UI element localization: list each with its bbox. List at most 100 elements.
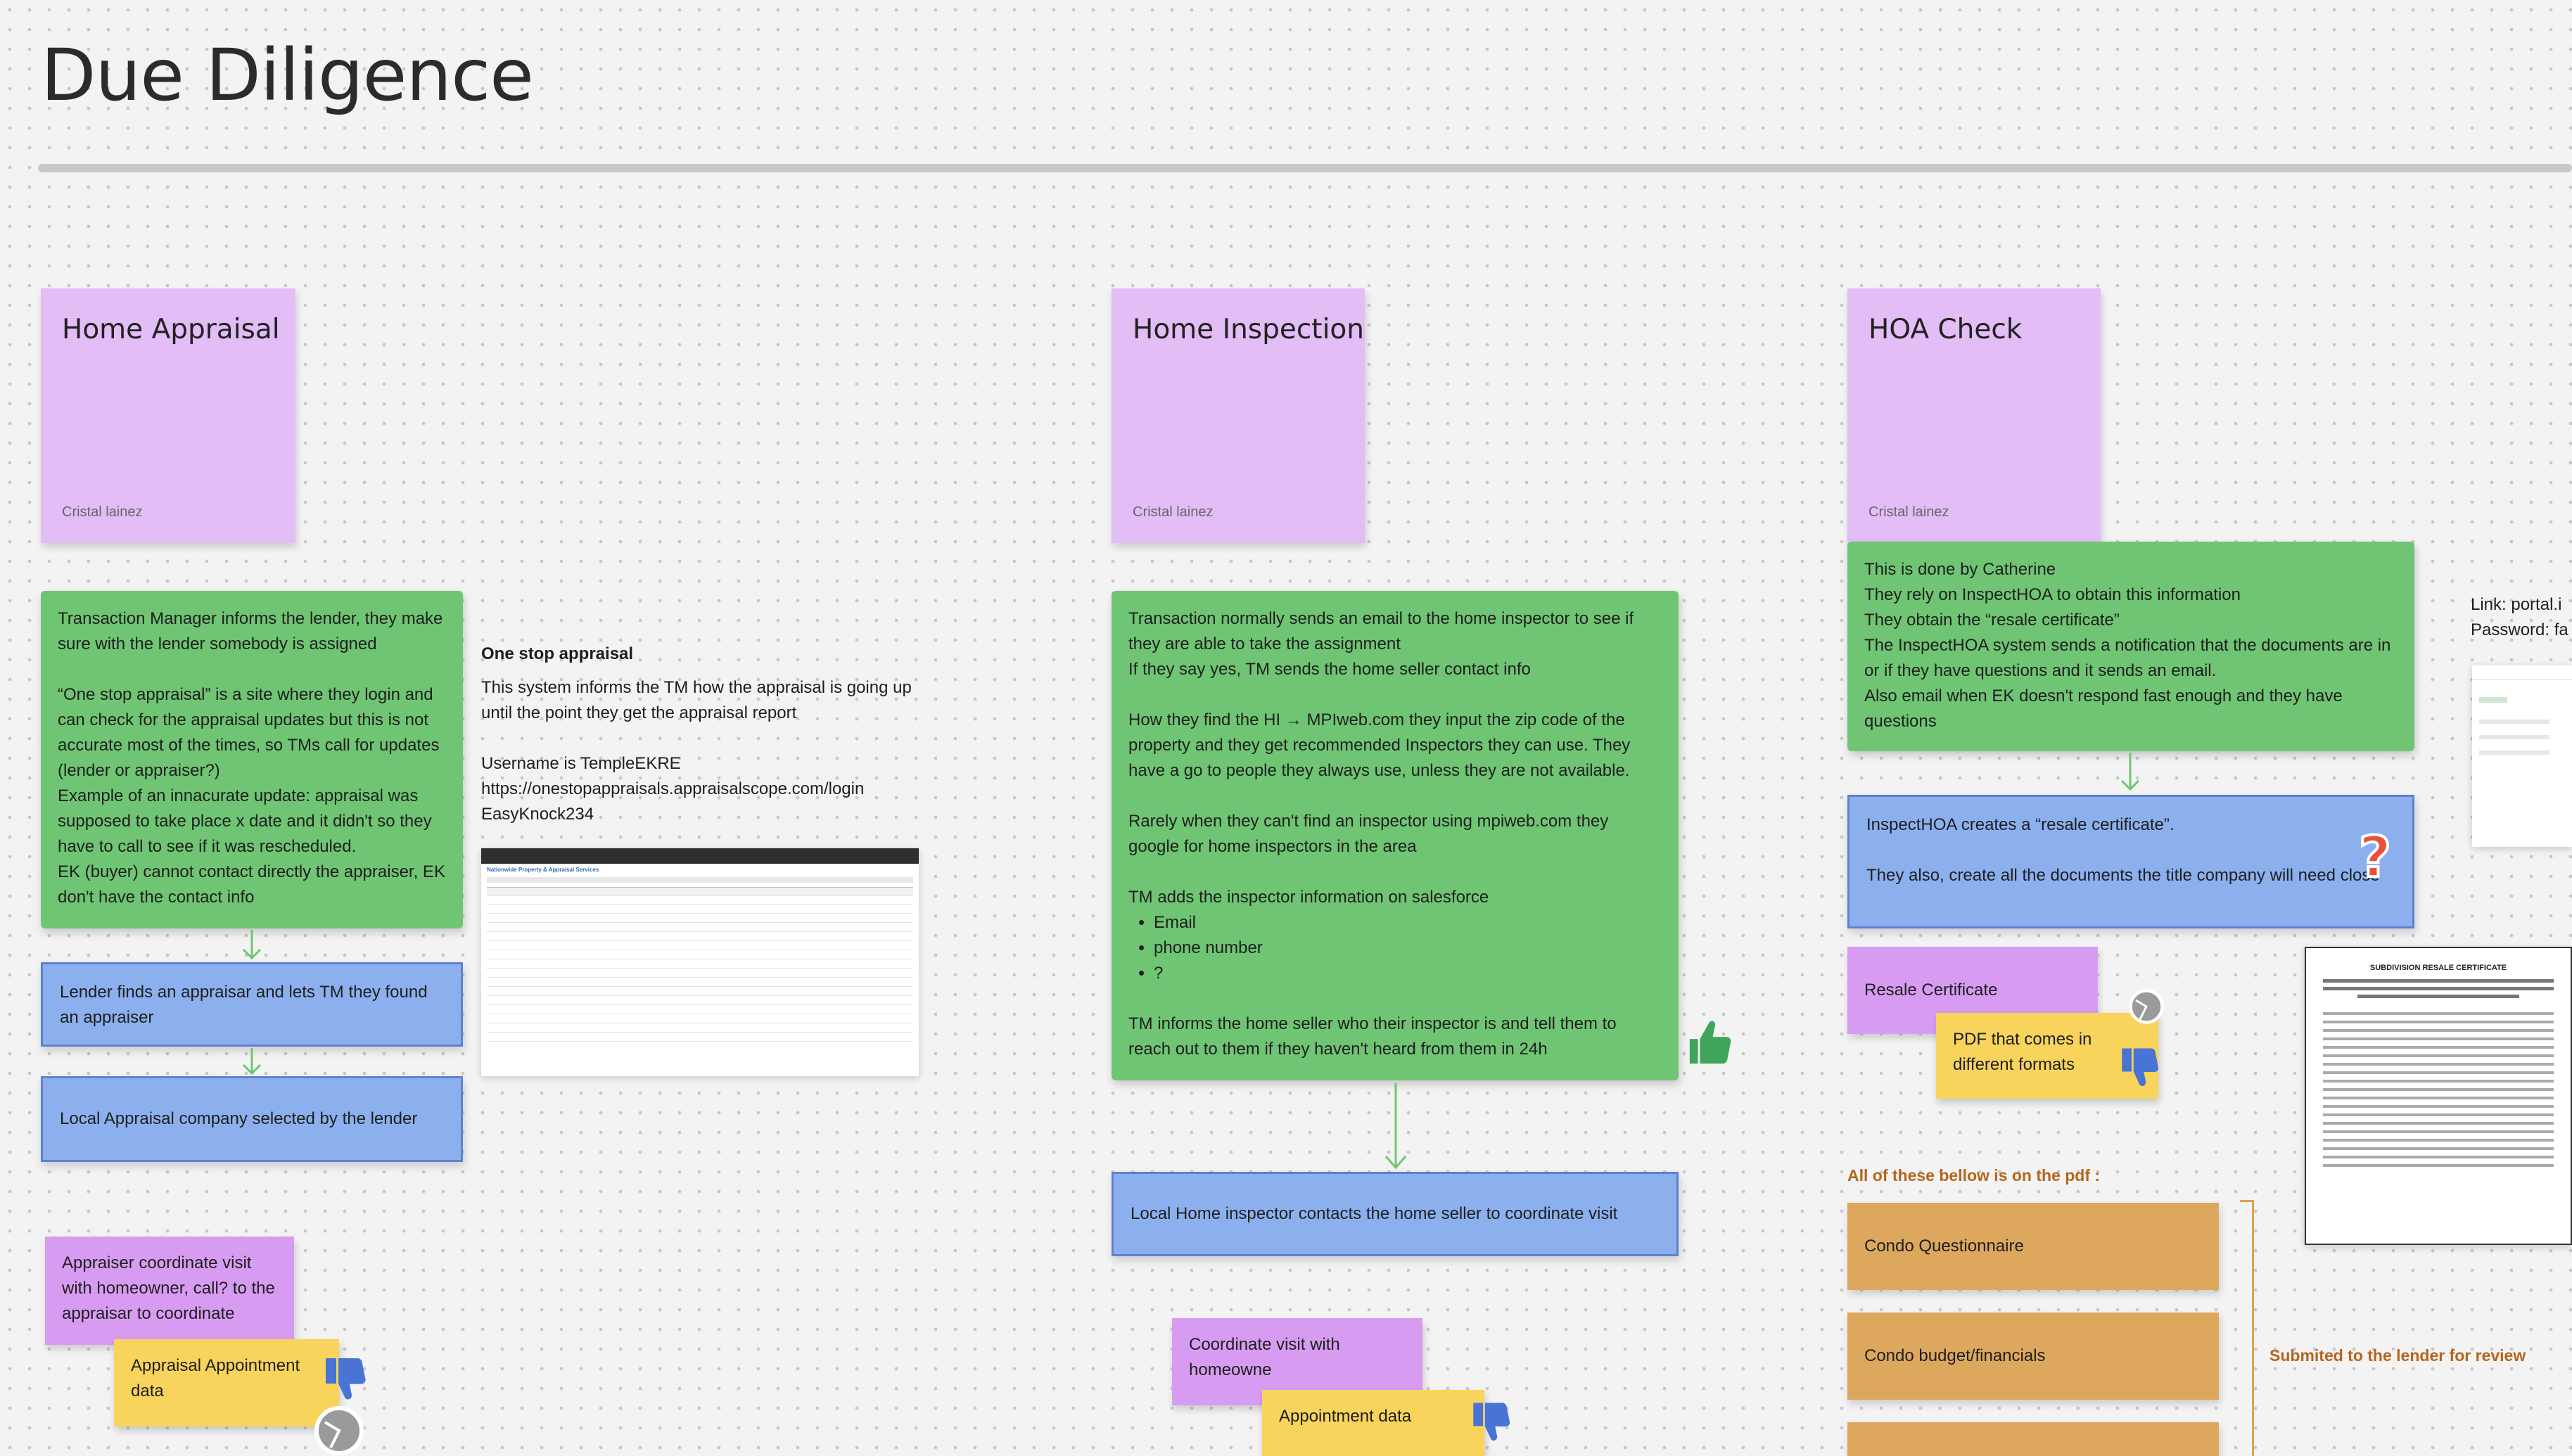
one-stop-appraisal-notes: One stop appraisal This system informs t… bbox=[481, 641, 917, 827]
lender-finds-appraiser-card[interactable]: Lender finds an appraisar and lets TM th… bbox=[41, 962, 463, 1047]
document-line bbox=[2323, 1139, 2554, 1142]
sticky-text: Resale Certificate bbox=[1864, 981, 1998, 1000]
card-text: Lender finds an appraisar and lets TM th… bbox=[60, 983, 428, 1027]
document-line bbox=[2323, 979, 2554, 983]
home-inspection-sticky[interactable]: Home Inspection Cristal lainez bbox=[1112, 288, 1365, 543]
card-text: This is done by Catherine bbox=[1864, 560, 2056, 579]
card-text: They rely on InspectHOA to obtain this i… bbox=[1864, 585, 2241, 604]
condo-budget-sticky[interactable]: Condo budget/financials bbox=[1847, 1313, 2219, 1400]
list-item: phone number bbox=[1154, 935, 1662, 961]
local-home-inspector-card[interactable]: Local Home inspector contacts the home s… bbox=[1112, 1172, 1679, 1256]
screenshot-toolbar bbox=[487, 877, 913, 883]
card-text: “One stop appraisal” is a site where the… bbox=[58, 685, 440, 780]
resale-certificate-document[interactable]: SUBDIVISION RESALE CERTIFICATE bbox=[2305, 947, 2572, 1245]
sticker-icon[interactable] bbox=[314, 1405, 364, 1456]
card-text: EK (buyer) cannot contact directly the a… bbox=[58, 862, 445, 907]
document-line bbox=[2323, 1029, 2554, 1032]
screenshot-header bbox=[2472, 665, 2572, 680]
appointment-data-sticky[interactable]: Appointment data bbox=[1262, 1390, 1484, 1456]
inspecthoa-resale-card[interactable]: InspectHOA creates a “resale certificate… bbox=[1847, 795, 2414, 928]
sticky-title: HOA Check bbox=[1868, 314, 2023, 345]
card-text: How they find the HI → MPIweb.com they i… bbox=[1128, 710, 1631, 780]
screenshot-browser-bar bbox=[481, 848, 919, 864]
question-mark-icon[interactable]: ? bbox=[2350, 829, 2400, 885]
condo-questionnaire-sticky[interactable]: Condo Questionnaire bbox=[1847, 1203, 2219, 1290]
thumbs-down-icon[interactable] bbox=[2116, 1041, 2163, 1094]
card-spacer bbox=[58, 657, 446, 682]
inspector-info-list: Email phone number ? bbox=[1128, 910, 1662, 986]
document-line bbox=[2323, 1130, 2554, 1133]
appraisal-system-screenshot[interactable]: Nationwide Property & Appraisal Services bbox=[481, 848, 919, 1076]
thumbs-down-icon[interactable] bbox=[1468, 1397, 1514, 1448]
document-line bbox=[2323, 1037, 2554, 1040]
card-text: TM informs the home seller who their ins… bbox=[1128, 1014, 1617, 1059]
sticky-title: Home Inspection bbox=[1133, 314, 1365, 345]
hoa-check-sticky[interactable]: HOA Check Cristal lainez bbox=[1847, 288, 2101, 543]
card-text: TM adds the inspector information on sal… bbox=[1128, 888, 1489, 907]
document-line bbox=[2323, 1156, 2554, 1158]
screenshot-app-title: Nationwide Property & Appraisal Services bbox=[487, 867, 599, 873]
sticky-text: PDF that comes in different formats bbox=[1953, 1030, 2092, 1074]
document-title: SUBDIVISION RESALE CERTIFICATE bbox=[2369, 964, 2507, 972]
portal-password: Password: fa bbox=[2471, 620, 2568, 639]
document-line bbox=[2323, 1147, 2554, 1150]
document-line bbox=[2323, 1088, 2554, 1091]
screenshot-row bbox=[2479, 735, 2549, 739]
document-line bbox=[2323, 1054, 2554, 1057]
thumbs-up-icon[interactable] bbox=[1686, 1018, 1735, 1068]
document-line bbox=[2323, 1080, 2554, 1083]
notes-heading: One stop appraisal bbox=[481, 644, 634, 663]
notes-body: This system informs the TM how the appra… bbox=[481, 678, 912, 722]
notes-username: Username is TempleEKRE bbox=[481, 754, 681, 773]
notes-url[interactable]: https://onestopappraisals.appraisalscope… bbox=[481, 777, 917, 802]
sticky-author: Cristal lainez bbox=[62, 504, 143, 520]
document-line bbox=[2323, 1113, 2554, 1116]
sticky-text: Condo budget/financials bbox=[1864, 1346, 2046, 1365]
sticky-text: Appraisal Appointment data bbox=[131, 1356, 300, 1400]
card-text: InspectHOA creates a “resale certificate… bbox=[1866, 815, 2175, 834]
flow-arrow bbox=[242, 1048, 262, 1075]
thumbs-down-icon[interactable] bbox=[319, 1352, 370, 1407]
condo-document-sticky[interactable] bbox=[1847, 1422, 2219, 1456]
pdf-contents-label: All of these bellow is on the pdf : bbox=[1847, 1166, 2101, 1184]
sticky-author: Cristal lainez bbox=[1133, 504, 1214, 520]
list-item: ? bbox=[1154, 961, 1662, 986]
portal-credentials: Link: portal.i Password: fa bbox=[2471, 592, 2572, 643]
portal-link[interactable]: Link: portal.i bbox=[2471, 592, 2572, 618]
grouping-bracket bbox=[2240, 1200, 2254, 1456]
document-line bbox=[2323, 1021, 2554, 1023]
appraisal-appointment-sticky[interactable]: Appraisal Appointment data bbox=[114, 1339, 339, 1426]
page-title: Due Diligence bbox=[41, 34, 534, 117]
card-text: They obtain the “resale certificate” bbox=[1864, 611, 2120, 630]
card-text: The InspectHOA system sends a notificati… bbox=[1864, 636, 2391, 680]
svg-text:?: ? bbox=[2359, 829, 2391, 885]
submitted-label: Submited to the lender for review bbox=[2269, 1346, 2526, 1365]
appraiser-coordinate-sticky[interactable]: Appraiser coordinate visit with homeowne… bbox=[45, 1237, 294, 1345]
card-text: Also email when EK doesn't respond fast … bbox=[1864, 687, 2343, 731]
document-line bbox=[2323, 1105, 2554, 1108]
sticky-author: Cristal lainez bbox=[1868, 504, 1949, 520]
sticker-icon[interactable] bbox=[2127, 988, 2165, 1026]
inspection-info-card[interactable]: Transaction normally sends an email to t… bbox=[1112, 591, 1679, 1080]
flow-arrow bbox=[2120, 753, 2140, 791]
sticky-text: Appraiser coordinate visit with homeowne… bbox=[62, 1253, 275, 1323]
flow-arrow bbox=[1384, 1083, 1407, 1170]
document-line bbox=[2323, 1097, 2554, 1099]
card-text: They also, create all the documents the … bbox=[1866, 866, 2380, 885]
sticky-text: Appointment data bbox=[1279, 1407, 1412, 1426]
screenshot-row bbox=[2479, 751, 2549, 755]
appraisal-info-card[interactable]: Transaction Manager informs the lender, … bbox=[41, 591, 463, 928]
document-line bbox=[2323, 1164, 2554, 1167]
sticky-text: Condo Questionnaire bbox=[1864, 1237, 2024, 1256]
document-line bbox=[2323, 1122, 2554, 1125]
card-text: Local Appraisal company selected by the … bbox=[60, 1109, 418, 1128]
portal-screenshot[interactable] bbox=[2472, 665, 2572, 847]
document-line bbox=[2323, 987, 2554, 990]
hoa-info-card[interactable]: This is done by Catherine They rely on I… bbox=[1847, 542, 2414, 751]
notes-password: EasyKnock234 bbox=[481, 805, 594, 824]
local-appraisal-company-card[interactable]: Local Appraisal company selected by the … bbox=[41, 1076, 463, 1162]
card-text: Example of an innacurate update: apprais… bbox=[58, 786, 432, 856]
home-appraisal-sticky[interactable]: Home Appraisal Cristal lainez bbox=[41, 288, 295, 543]
card-text: Transaction normally sends an email to t… bbox=[1128, 609, 1634, 653]
card-text: Local Home inspector contacts the home s… bbox=[1131, 1204, 1618, 1223]
